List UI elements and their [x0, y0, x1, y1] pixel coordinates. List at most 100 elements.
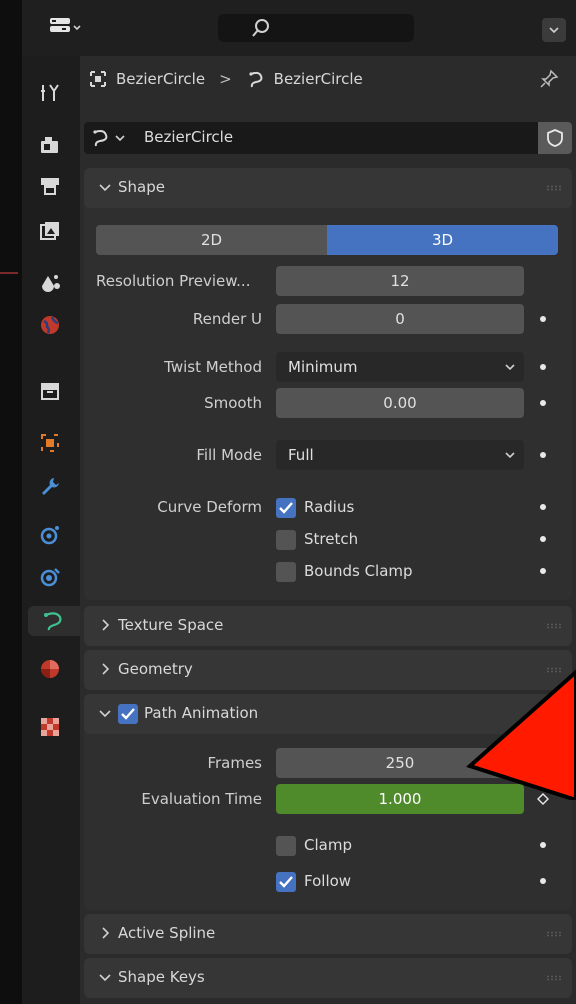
animate-property-dot[interactable]	[540, 842, 546, 848]
screenshot-frame: BezierCircle > BezierCircle BezierCircle…	[0, 0, 576, 1004]
datablock-browse-button[interactable]	[90, 126, 134, 150]
drag-grip-icon[interactable]	[546, 185, 562, 191]
stretch-checkbox[interactable]	[276, 530, 296, 550]
chevron-right-icon	[102, 619, 110, 631]
world-icon	[41, 316, 59, 334]
texture-space-panel-title: Texture Space	[118, 616, 224, 634]
wrench-icon	[42, 478, 59, 495]
clamp-label: Clamp	[304, 836, 352, 854]
search-input[interactable]	[218, 14, 414, 42]
properties-tabs	[22, 56, 80, 1004]
geometry-panel-title: Geometry	[118, 660, 193, 678]
drag-grip-icon[interactable]	[546, 623, 562, 629]
fake-user-button[interactable]	[538, 122, 572, 154]
collection-tab[interactable]	[35, 376, 65, 406]
follow-label: Follow	[304, 872, 352, 890]
bounds-clamp-label: Bounds Clamp	[304, 562, 413, 580]
checkmark-icon	[279, 502, 293, 514]
animate-property-dot[interactable]	[540, 504, 546, 510]
editor-header	[22, 0, 576, 56]
pin-button[interactable]	[538, 68, 560, 90]
render-tab[interactable]	[35, 130, 65, 160]
scene-tab[interactable]	[35, 268, 65, 298]
stretch-label: Stretch	[304, 530, 359, 548]
chevron-right-icon	[102, 927, 110, 939]
frames-label: Frames	[207, 754, 262, 772]
breadcrumb: BezierCircle > BezierCircle	[88, 64, 363, 94]
bounds-clamp-checkbox[interactable]	[276, 562, 296, 582]
object-icon	[90, 71, 106, 87]
evaluation-time-label: Evaluation Time	[141, 790, 262, 808]
world-tab[interactable]	[35, 310, 65, 340]
annotation-arrow-icon	[466, 669, 576, 800]
render-u-field[interactable]: 0	[276, 304, 524, 334]
pin-icon	[540, 69, 559, 88]
active-spline-panel: Active Spline	[84, 914, 572, 954]
render-icon	[41, 137, 58, 153]
twist-method-dropdown[interactable]: Minimum	[276, 352, 524, 382]
follow-checkbox[interactable]	[276, 872, 296, 892]
modifier-tab[interactable]	[35, 472, 65, 502]
properties-editor-icon	[50, 18, 81, 32]
animate-property-dot[interactable]	[540, 452, 546, 458]
object-tab[interactable]	[35, 428, 65, 458]
shield-icon	[547, 129, 563, 147]
radius-checkbox[interactable]	[276, 498, 296, 518]
path-animation-enable-checkbox[interactable]	[118, 704, 138, 724]
shape-keys-panel-header[interactable]: Shape Keys	[84, 958, 572, 998]
object-icon	[41, 434, 59, 452]
collection-icon	[41, 383, 59, 400]
mode-3d-button[interactable]: 3D	[327, 225, 558, 255]
breadcrumb-separator: >	[219, 70, 232, 88]
clamp-checkbox[interactable]	[276, 836, 296, 856]
checkmark-icon	[279, 876, 293, 888]
viewport-edge	[0, 0, 22, 1004]
view-layer-tab[interactable]	[35, 216, 65, 246]
drag-grip-icon[interactable]	[546, 931, 562, 937]
animate-property-dot[interactable]	[540, 878, 546, 884]
animate-property-dot[interactable]	[540, 400, 546, 406]
dimensions-toggle: 2D 3D	[96, 225, 558, 255]
output-icon	[41, 178, 59, 195]
tool-icon	[41, 84, 59, 101]
smooth-field[interactable]: 0.00	[276, 388, 524, 418]
search-icon	[252, 19, 269, 37]
animate-property-dot[interactable]	[540, 568, 546, 574]
data-tab[interactable]	[28, 606, 80, 636]
curve-datablock-selector[interactable]: BezierCircle	[84, 122, 572, 154]
chevron-right-icon	[102, 663, 110, 675]
tool-tab[interactable]	[35, 78, 65, 108]
twist-method-label: Twist Method	[164, 358, 262, 376]
editor-type-button[interactable]	[48, 14, 84, 42]
drag-grip-icon[interactable]	[546, 975, 562, 981]
curve-deform-label: Curve Deform	[157, 498, 262, 516]
resolution-preview-label: Resolution Preview...	[96, 272, 251, 290]
particles-tab[interactable]	[35, 520, 65, 550]
checkmark-icon	[121, 708, 135, 720]
properties-editor: BezierCircle > BezierCircle BezierCircle…	[22, 0, 576, 1004]
texture-tab[interactable]	[35, 712, 65, 742]
path-animation-panel-title: Path Animation	[144, 704, 259, 722]
chevron-down-icon	[99, 710, 111, 718]
active-spline-panel-title: Active Spline	[118, 924, 216, 942]
animate-property-dot[interactable]	[540, 536, 546, 542]
material-tab[interactable]	[35, 654, 65, 684]
curve-data-icon	[44, 612, 62, 631]
mode-2d-button[interactable]: 2D	[96, 225, 327, 255]
resolution-preview-field[interactable]: 12	[276, 266, 524, 296]
physics-tab[interactable]	[35, 562, 65, 592]
animate-property-dot[interactable]	[540, 316, 546, 322]
chevron-down-icon	[99, 184, 111, 192]
datablock-name-field[interactable]: BezierCircle	[144, 128, 233, 146]
shape-panel-header[interactable]: Shape	[84, 168, 572, 208]
animate-property-dot[interactable]	[540, 364, 546, 370]
active-spline-panel-header[interactable]: Active Spline	[84, 914, 572, 954]
output-tab[interactable]	[35, 172, 65, 202]
fill-mode-dropdown[interactable]: Full	[276, 440, 524, 470]
breadcrumb-object: BezierCircle	[116, 70, 206, 88]
texture-space-panel: Texture Space	[84, 606, 572, 646]
texture-space-panel-header[interactable]: Texture Space	[84, 606, 572, 646]
shape-keys-panel: Shape Keys	[84, 958, 572, 998]
header-dropdown-button[interactable]	[542, 18, 566, 42]
particles-icon	[40, 526, 59, 545]
